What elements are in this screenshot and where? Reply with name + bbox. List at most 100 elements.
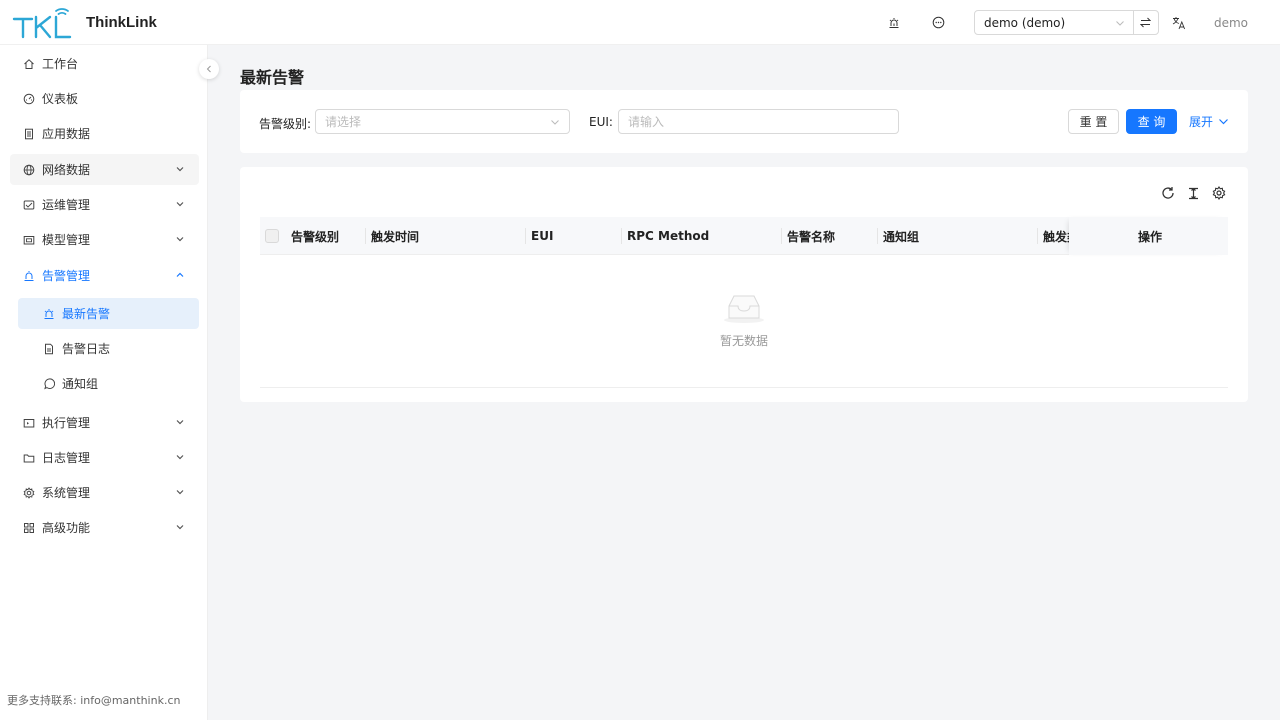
page-title: 最新告警 — [240, 68, 305, 87]
support-contact: 更多支持联系: info@manthink.cn — [7, 694, 181, 707]
chevron-down-icon — [176, 420, 184, 425]
chevron-down-icon — [176, 202, 184, 207]
chevron-left-icon — [206, 65, 211, 73]
tenant-selector[interactable]: demo (demo) — [973, 10, 1159, 35]
sidebar-item-alarm-log[interactable]: 告警日志 — [18, 333, 199, 364]
reset-button[interactable]: 重 置 — [1068, 109, 1119, 134]
logo[interactable]: ThinkLink — [12, 5, 157, 39]
alarm-level-select[interactable]: 请选择 — [315, 109, 570, 134]
sidebar-item-label: 执行管理 — [42, 416, 91, 430]
column-divider — [621, 228, 622, 244]
sidebar-item-label: 应用数据 — [42, 127, 91, 141]
tenant-dropdown[interactable]: demo (demo) — [975, 11, 1134, 34]
expand-button[interactable]: 展开 — [1189, 109, 1229, 134]
eui-label: EUI: — [589, 115, 613, 129]
chat-icon[interactable] — [930, 14, 948, 32]
chevron-down-icon — [176, 455, 184, 460]
sidebar-item-app-data[interactable]: 应用数据 — [10, 118, 199, 149]
chevron-down-icon — [176, 167, 184, 172]
column-header-time[interactable]: 触发时间 — [371, 217, 419, 255]
sidebar-item-model[interactable]: 模型管理 — [10, 224, 199, 255]
sidebar-item-execution[interactable]: 执行管理 — [10, 407, 199, 438]
empty-inbox-icon — [724, 295, 764, 323]
eui-input[interactable]: 请输入 — [618, 109, 899, 134]
column-divider — [1037, 228, 1038, 244]
sidebar-item-network-data[interactable]: 网络数据 — [10, 154, 199, 185]
alarm-icon — [42, 307, 56, 321]
search-form: 告警级别: 请选择 EUI: 请输入 重 置 查 询 展开 — [240, 90, 1248, 153]
translate-icon[interactable] — [1170, 14, 1188, 32]
sidebar-item-label: 通知组 — [62, 377, 99, 391]
chevron-down-icon — [176, 237, 184, 242]
sidebar-item-label: 日志管理 — [42, 451, 91, 465]
home-icon — [22, 57, 36, 71]
sidebar-item-dashboard[interactable]: 仪表板 — [10, 83, 199, 114]
alarm-level-label: 告警级别: — [259, 117, 312, 131]
chevron-down-icon — [551, 120, 559, 125]
column-header-notify-group[interactable]: 通知组 — [883, 217, 919, 255]
alarm-icon — [22, 269, 36, 283]
empty-text: 暂无数据 — [719, 334, 768, 348]
column-header-actions-cell: 操作 — [1069, 217, 1228, 255]
alarm-level-placeholder: 请选择 — [325, 115, 362, 129]
chevron-down-icon — [1116, 20, 1124, 26]
column-header-eui[interactable]: EUI — [531, 217, 553, 255]
whatsapp-icon — [42, 377, 56, 391]
sidebar-item-label: 最新告警 — [62, 307, 111, 321]
sidebar-item-label: 高级功能 — [42, 521, 91, 535]
column-header-level[interactable]: 告警级别 — [291, 217, 339, 255]
grid-icon — [22, 521, 36, 535]
swap-icon[interactable] — [1134, 11, 1158, 34]
sidebar-item-workbench[interactable]: 工作台 — [10, 48, 199, 79]
eui-placeholder: 请输入 — [628, 115, 665, 129]
column-divider — [781, 228, 782, 244]
empty-state: 暂无数据 — [240, 292, 1248, 349]
sidebar-item-label: 告警日志 — [62, 342, 111, 356]
globe-icon — [22, 163, 36, 177]
ops-icon — [22, 198, 36, 212]
sidebar-item-alarm[interactable]: 告警管理 — [10, 260, 199, 291]
alarm-table-card: 告警级别 触发时间 EUI RPC Method 告警名称 通知组 触发类型 操… — [240, 167, 1248, 402]
table-bottom-divider — [260, 387, 1228, 388]
dashboard-icon — [22, 92, 36, 106]
sidebar-item-label: 网络数据 — [42, 163, 91, 177]
settings-icon[interactable] — [1211, 185, 1227, 201]
alarm-icon[interactable] — [885, 14, 903, 32]
sidebar-item-log[interactable]: 日志管理 — [10, 442, 199, 473]
file-icon — [22, 127, 36, 141]
sidebar-item-label: 运维管理 — [42, 198, 91, 212]
column-header-alarm-name[interactable]: 告警名称 — [787, 217, 835, 255]
sidebar-item-notify-group[interactable]: 通知组 — [18, 368, 199, 399]
column-divider — [877, 228, 878, 244]
exec-icon — [22, 416, 36, 430]
sidebar: 工作台 仪表板 应用数据 网络数据 运维管理 模型管理 告警管理 最新告警 告警… — [0, 45, 219, 720]
select-all-checkbox[interactable] — [265, 229, 279, 243]
collapse-sidebar-button[interactable] — [199, 59, 219, 79]
brand-name: ThinkLink — [86, 13, 157, 31]
doc-icon — [42, 342, 56, 356]
refresh-icon[interactable] — [1160, 185, 1176, 201]
expand-label: 展开 — [1189, 115, 1214, 129]
sidebar-item-label: 仪表板 — [42, 92, 79, 106]
sidebar-item-ops[interactable]: 运维管理 — [10, 189, 199, 220]
model-icon — [22, 233, 36, 247]
tenant-value: demo (demo) — [983, 15, 1066, 30]
sidebar-item-advanced[interactable]: 高级功能 — [10, 512, 199, 543]
sidebar-item-system[interactable]: 系统管理 — [10, 477, 199, 508]
sidebar-item-latest-alarm[interactable]: 最新告警 — [18, 298, 199, 329]
sidebar-item-label: 工作台 — [42, 57, 79, 71]
table-header: 告警级别 触发时间 EUI RPC Method 告警名称 通知组 触发类型 操… — [260, 217, 1228, 255]
top-header: ThinkLink demo (demo) demo — [0, 0, 1280, 45]
sidebar-item-label: 系统管理 — [42, 486, 91, 500]
sidebar-item-label: 模型管理 — [42, 233, 91, 247]
gear-icon — [22, 486, 36, 500]
column-header-rpc-method[interactable]: RPC Method — [627, 217, 709, 255]
sidebar-item-label: 告警管理 — [42, 269, 91, 283]
column-header-actions: 操作 — [1138, 229, 1163, 244]
column-height-icon[interactable] — [1185, 185, 1201, 201]
tkl-logo-icon — [12, 8, 72, 39]
user-name[interactable]: demo — [1214, 16, 1248, 30]
chevron-up-icon — [176, 272, 184, 277]
query-button[interactable]: 查 询 — [1126, 109, 1177, 134]
column-divider — [525, 228, 526, 244]
